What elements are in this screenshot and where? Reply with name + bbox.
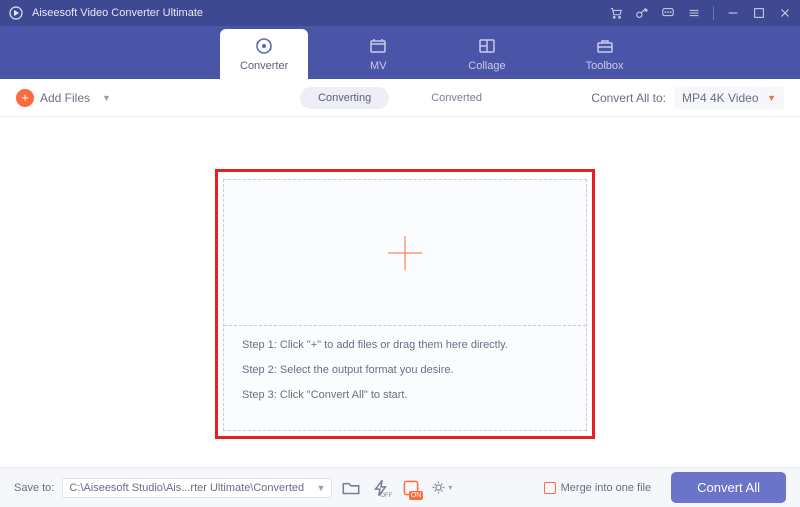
instructions: Step 1: Click "+" to add files or drag t… (224, 326, 586, 415)
main-area: Step 1: Click "+" to add files or drag t… (0, 117, 800, 467)
tab-toolbox[interactable]: Toolbox (566, 29, 644, 79)
tab-label: Collage (468, 60, 505, 72)
checkbox-icon (544, 482, 556, 494)
close-icon[interactable] (778, 6, 792, 20)
toolbox-icon (595, 36, 615, 56)
titlebar: Aiseesoft Video Converter Ultimate (0, 0, 800, 26)
plus-icon: + (16, 89, 34, 107)
app-logo-icon (8, 5, 24, 21)
footer: Save to: C:\Aiseesoft Studio\Ais...rter … (0, 467, 800, 507)
feedback-icon[interactable] (661, 6, 675, 20)
tab-label: MV (370, 60, 387, 72)
merge-checkbox[interactable]: Merge into one file (544, 482, 652, 494)
convert-all-to: Convert All to: MP4 4K Video ▼ (591, 87, 784, 109)
dropzone-add-area[interactable] (224, 180, 586, 325)
hw-accel-button[interactable]: OFF (370, 477, 392, 499)
tab-mv[interactable]: MV (348, 29, 408, 79)
minimize-icon[interactable] (726, 6, 740, 20)
open-folder-button[interactable] (340, 477, 362, 499)
save-to-label: Save to: (14, 482, 54, 494)
converter-icon (254, 36, 274, 56)
dropzone[interactable]: Step 1: Click "+" to add files or drag t… (223, 179, 587, 431)
seg-converting[interactable]: Converting (300, 87, 389, 109)
status-segment: Converting Converted (300, 87, 500, 109)
high-speed-button[interactable]: ON (400, 477, 422, 499)
tab-label: Toolbox (586, 60, 624, 72)
step-text: Step 1: Click "+" to add files or drag t… (242, 340, 568, 351)
settings-button[interactable]: ▾ (430, 477, 452, 499)
step-text: Step 3: Click "Convert All" to start. (242, 390, 568, 401)
tab-label: Converter (240, 60, 288, 72)
chevron-down-icon: ▼ (316, 483, 325, 493)
big-plus-icon (388, 236, 422, 270)
app-title: Aiseesoft Video Converter Ultimate (32, 7, 609, 19)
cart-icon[interactable] (609, 6, 623, 20)
chevron-down-icon: ▼ (767, 93, 776, 103)
menu-icon[interactable] (687, 6, 701, 20)
save-path-select[interactable]: C:\Aiseesoft Studio\Ais...rter Ultimate\… (62, 478, 332, 498)
save-path-value: C:\Aiseesoft Studio\Ais...rter Ultimate\… (69, 482, 304, 494)
on-badge: ON (409, 491, 424, 500)
key-icon[interactable] (635, 6, 649, 20)
add-files-label: Add Files (40, 91, 90, 105)
mv-icon (368, 36, 388, 56)
toolbar: + Add Files ▼ Converting Converted Conve… (0, 79, 800, 117)
tab-collage[interactable]: Collage (448, 29, 525, 79)
merge-label: Merge into one file (561, 482, 652, 494)
format-value: MP4 4K Video (682, 91, 759, 105)
format-select[interactable]: MP4 4K Video ▼ (674, 87, 784, 109)
main-tabs: Converter MV Collage Toolbox (0, 26, 800, 79)
seg-converted[interactable]: Converted (413, 87, 500, 109)
step-text: Step 2: Select the output format you des… (242, 365, 568, 376)
convert-all-button[interactable]: Convert All (671, 472, 786, 503)
maximize-icon[interactable] (752, 6, 766, 20)
chevron-down-icon: ▼ (102, 93, 111, 103)
add-files-button[interactable]: + Add Files ▼ (16, 89, 111, 107)
divider (713, 6, 714, 20)
collage-icon (477, 36, 497, 56)
tab-converter[interactable]: Converter (220, 29, 308, 79)
convert-all-to-label: Convert All to: (591, 91, 666, 105)
